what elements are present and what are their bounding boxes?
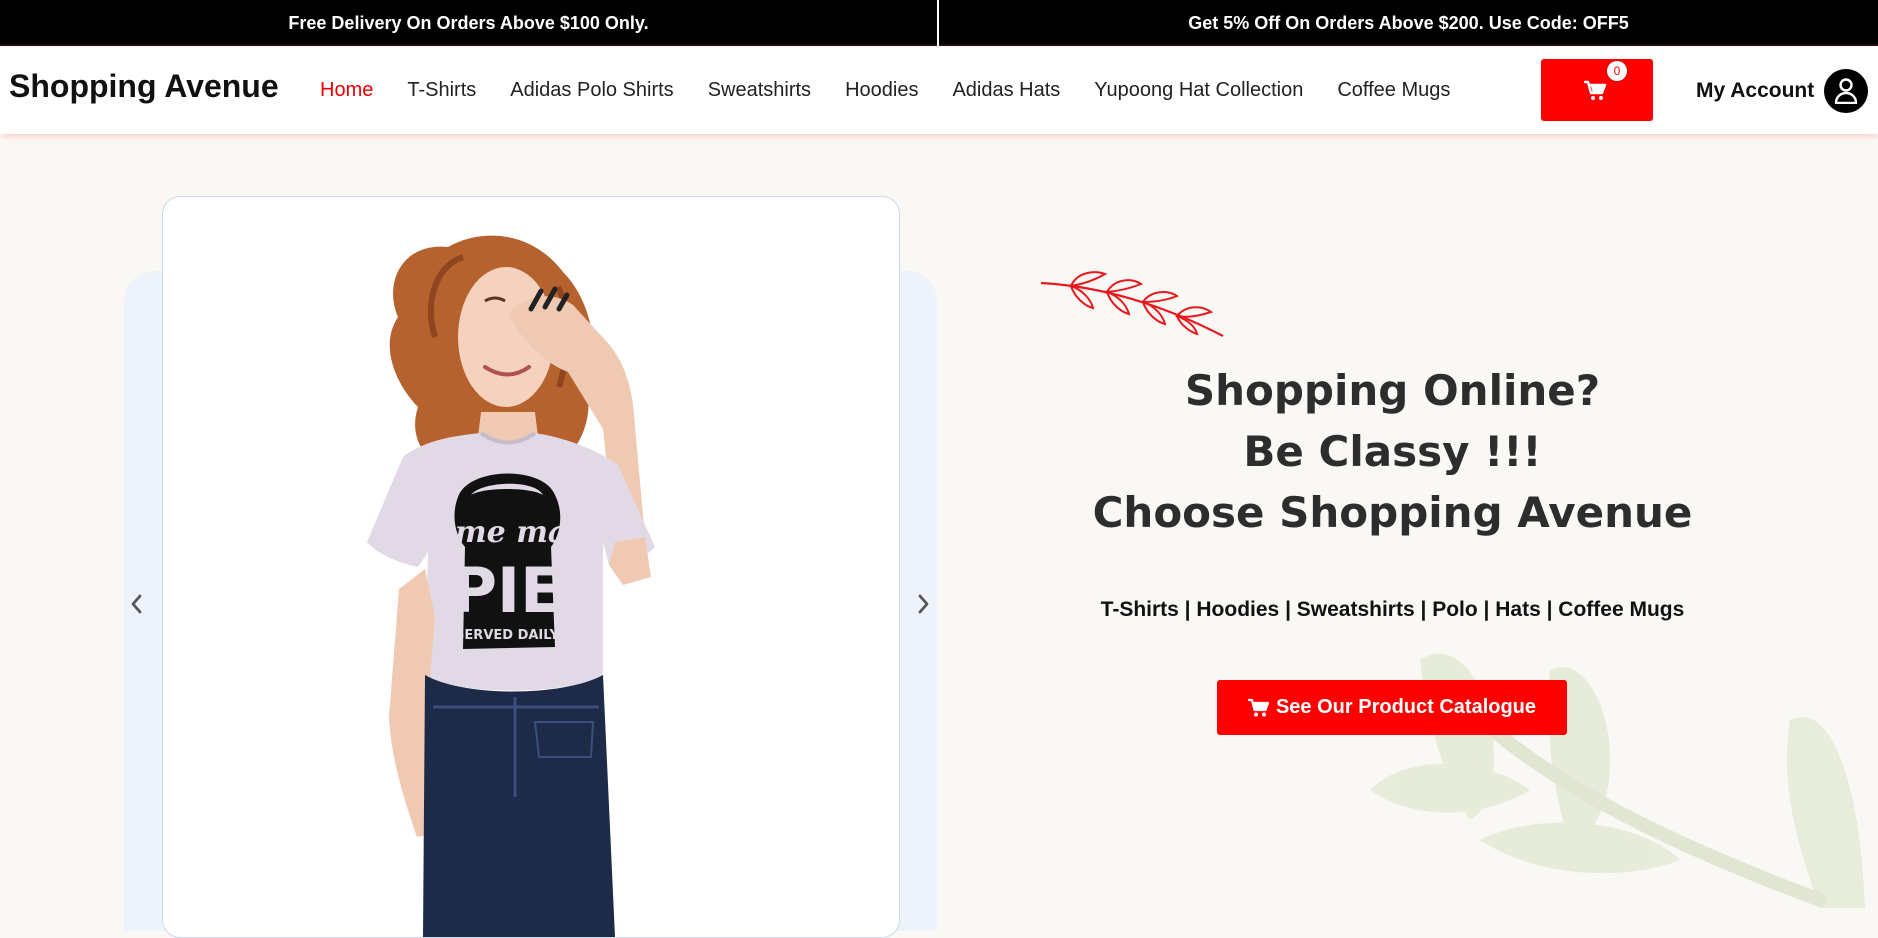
print-text-pie: PIE: [452, 554, 563, 627]
cart-icon: [1247, 698, 1270, 716]
free-delivery-promo: Free Delivery On Orders Above $100 Only.: [288, 13, 649, 33]
headline-line-3: Choose Shopping Avenue: [1092, 488, 1693, 537]
nav-item-adidas-polo-shirts[interactable]: Adidas Polo Shirts: [493, 79, 690, 102]
my-account-label: My Account: [1696, 79, 1815, 102]
chevron-left-icon[interactable]: [126, 592, 148, 616]
nav-item-hoodies[interactable]: Hoodies: [828, 79, 935, 102]
my-account-link[interactable]: My Account: [1696, 68, 1869, 114]
nav-item-adidas-hats[interactable]: Adidas Hats: [935, 79, 1077, 102]
print-text-home-made: Home made: [406, 515, 608, 550]
discount-promo: Get 5% Off On Orders Above $200. Use Cod…: [1188, 13, 1629, 33]
nav-item-sweatshirts[interactable]: Sweatshirts: [691, 79, 828, 102]
see-catalogue-button[interactable]: See Our Product Catalogue: [1217, 680, 1567, 735]
site-header: Shopping Avenue Home T-Shirts Adidas Pol…: [0, 46, 1878, 134]
headline-line-2: Be Classy !!!: [1243, 427, 1542, 476]
category-summary: T-Shirts | Hoodies | Sweatshirts | Polo …: [1100, 598, 1685, 621]
chevron-right-icon[interactable]: [912, 592, 934, 616]
site-logo[interactable]: Shopping Avenue: [9, 68, 279, 105]
model-tshirt-image: Home made PIE SERVED DAILY: [367, 235, 655, 937]
user-icon: [1824, 69, 1869, 113]
nav-item-home[interactable]: Home: [303, 79, 390, 102]
cart-count-badge: 0: [1607, 61, 1627, 81]
announcement-bar: Free Delivery On Orders Above $100 Only.…: [0, 0, 1878, 46]
decorative-branch-icon: [1040, 271, 1224, 337]
nav-item-t-shirts[interactable]: T-Shirts: [390, 79, 493, 102]
nav-item-yupoong-hat-collection[interactable]: Yupoong Hat Collection: [1077, 79, 1320, 102]
print-text-served-daily: SERVED DAILY: [455, 628, 559, 643]
hero-headline: Shopping Online? Be Classy !!! Choose Sh…: [1030, 360, 1755, 543]
nav-item-coffee-mugs[interactable]: Coffee Mugs: [1320, 79, 1467, 102]
cart-icon: [1584, 80, 1607, 100]
main-nav: Home T-Shirts Adidas Polo Shirts Sweatsh…: [303, 46, 1467, 134]
carousel-slide[interactable]: Home made PIE SERVED DAILY: [162, 196, 900, 938]
see-catalogue-label: See Our Product Catalogue: [1275, 696, 1537, 718]
cart-button[interactable]: 0: [1541, 59, 1653, 121]
headline-line-1: Shopping Online?: [1184, 366, 1601, 415]
